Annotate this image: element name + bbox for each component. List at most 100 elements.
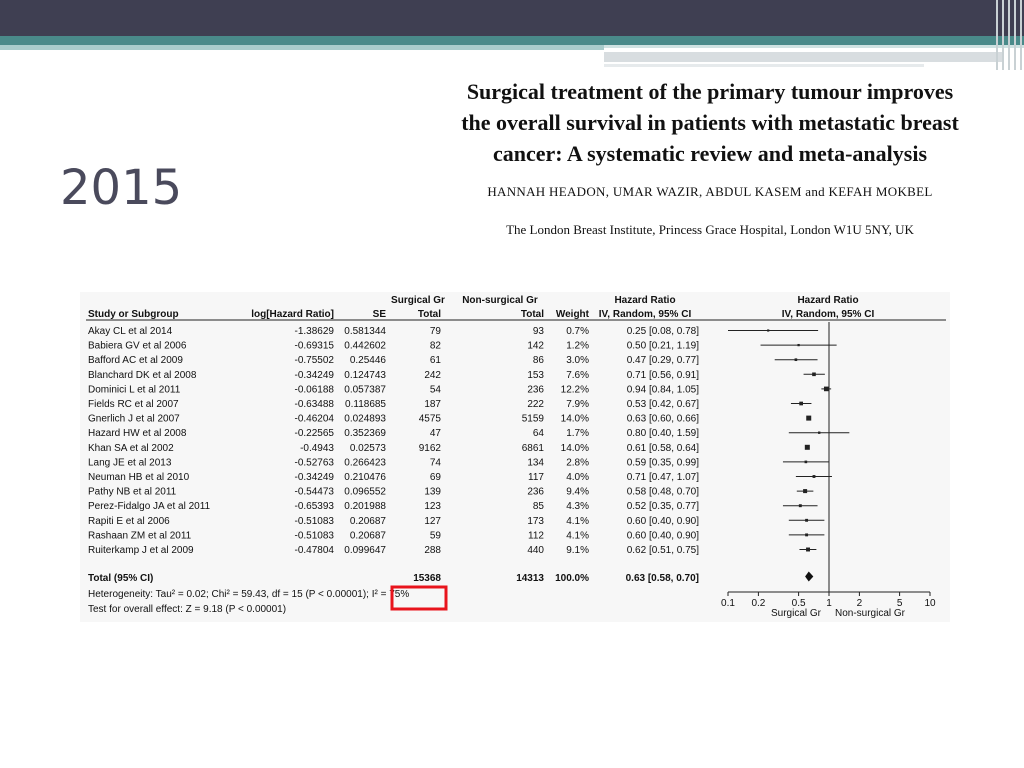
header-hazard-ratio-plot: Hazard Ratio <box>797 295 858 306</box>
total-label: Total (95% CI) <box>88 573 153 584</box>
hr-point <box>812 475 816 478</box>
cell-se: 0.099647 <box>344 545 386 556</box>
cell-ci: 0.71 [0.47, 1.07] <box>627 472 700 483</box>
col-header-weight: Weight <box>556 309 590 320</box>
x-tick-label: 10 <box>924 598 936 609</box>
cell-ci: 0.53 [0.42, 0.67] <box>627 399 700 410</box>
cell-se: 0.266423 <box>344 457 386 468</box>
cell-ci: 0.80 [0.40, 1.59] <box>627 428 700 439</box>
header-surgical-group: Surgical Gr <box>391 295 445 306</box>
axis-label-favours-surgical: Surgical Gr <box>771 608 822 619</box>
cell-weight: 9.4% <box>566 487 589 498</box>
cell-n1: 82 <box>430 341 442 352</box>
cell-n1: 79 <box>430 326 442 337</box>
cell-n1: 139 <box>424 487 441 498</box>
col-header-loghr: log[Hazard Ratio] <box>251 309 334 320</box>
cell-n2: 173 <box>527 516 544 527</box>
cell-loghr: -0.63488 <box>295 399 335 410</box>
cell-loghr: -0.34249 <box>295 370 335 381</box>
cell-n1: 47 <box>430 428 442 439</box>
axis-label-favours-nonsurgical: Non-surgical Gr <box>835 608 906 619</box>
heterogeneity-text: Heterogeneity: Tau² = 0.02; Chi² = 59.43… <box>88 589 409 600</box>
cell-n1: 74 <box>430 457 442 468</box>
cell-weight: 4.1% <box>566 516 589 527</box>
cell-n2: 85 <box>533 501 545 512</box>
cell-se: 0.057387 <box>344 384 386 395</box>
cell-n2: 236 <box>527 384 544 395</box>
x-tick-label: 1 <box>826 598 832 609</box>
cell-se: 0.352369 <box>344 428 386 439</box>
cell-weight: 9.1% <box>566 545 589 556</box>
total-weight: 100.0% <box>555 573 589 584</box>
cell-n2: 440 <box>527 545 544 556</box>
hr-point <box>805 518 809 522</box>
cell-n1: 187 <box>424 399 441 410</box>
cell-loghr: -0.06188 <box>295 384 335 395</box>
cell-loghr: -1.38629 <box>295 326 335 337</box>
cell-ci: 0.58 [0.48, 0.70] <box>627 487 700 498</box>
hr-point <box>803 489 808 494</box>
cell-loghr: -0.75502 <box>295 355 335 366</box>
hr-point <box>823 386 829 392</box>
hr-point <box>794 358 798 362</box>
cell-se: 0.201988 <box>344 501 386 512</box>
cell-loghr: -0.4943 <box>300 443 334 454</box>
x-tick-label: 0.1 <box>721 598 735 609</box>
cell-study: Khan SA et al 2002 <box>88 443 174 454</box>
cell-ci: 0.25 [0.08, 0.78] <box>627 326 700 337</box>
cell-n2: 86 <box>533 355 545 366</box>
cell-loghr: -0.65393 <box>295 501 335 512</box>
cell-weight: 1.7% <box>566 428 589 439</box>
x-tick-label: 0.2 <box>751 598 765 609</box>
cell-se: 0.442602 <box>344 341 386 352</box>
cell-loghr: -0.69315 <box>295 341 335 352</box>
cell-ci: 0.63 [0.60, 0.66] <box>627 414 700 425</box>
cell-se: 0.096552 <box>344 487 386 498</box>
cell-ci: 0.62 [0.51, 0.75] <box>627 545 700 556</box>
cell-n2: 5159 <box>522 414 545 425</box>
cell-se: 0.210476 <box>344 472 386 483</box>
cell-study: Rashaan ZM et al 2011 <box>88 530 192 541</box>
cell-n2: 142 <box>527 341 544 352</box>
col-header-se: SE <box>373 309 387 320</box>
hr-point <box>767 329 770 332</box>
header-hazard-ratio: Hazard Ratio <box>614 295 675 306</box>
cell-n2: 117 <box>528 472 544 483</box>
col-header-total-surgical: Total <box>418 309 441 320</box>
forest-panel <box>80 292 950 622</box>
col-header-study: Study or Subgroup <box>88 309 179 320</box>
cell-study: Pathy NB et al 2011 <box>88 487 177 498</box>
cell-n2: 93 <box>533 326 545 337</box>
cell-weight: 12.2% <box>561 384 589 395</box>
cell-se: 0.25446 <box>350 355 387 366</box>
hr-point <box>804 444 810 450</box>
forest-plot: Surgical Gr Non-surgical Gr Hazard Ratio… <box>80 292 950 622</box>
total-n-surgical: 15368 <box>413 573 441 584</box>
cell-weight: 2.8% <box>566 457 589 468</box>
cell-n2: 153 <box>527 370 544 381</box>
cell-n2: 134 <box>527 457 544 468</box>
cell-weight: 3.0% <box>566 355 589 366</box>
cell-ci: 0.60 [0.40, 0.90] <box>627 530 700 541</box>
cell-se: 0.02573 <box>350 443 387 454</box>
cell-loghr: -0.47804 <box>295 545 335 556</box>
hr-point <box>818 431 821 434</box>
cell-se: 0.20687 <box>350 530 387 541</box>
cell-study: Perez-Fidalgo JA et al 2011 <box>88 501 211 512</box>
cell-ci: 0.59 [0.35, 0.99] <box>627 457 700 468</box>
hr-point <box>806 547 811 552</box>
cell-loghr: -0.34249 <box>295 472 335 483</box>
hr-point <box>804 460 808 464</box>
forest-plot-background <box>80 292 950 622</box>
cell-n1: 127 <box>424 516 441 527</box>
cell-se: 0.20687 <box>350 516 387 527</box>
cell-n1: 9162 <box>419 443 442 454</box>
cell-study: Gnerlich J et al 2007 <box>88 414 180 425</box>
cell-study: Fields RC et al 2007 <box>88 399 179 410</box>
cell-study: Dominici L et al 2011 <box>88 384 181 395</box>
cell-ci: 0.94 [0.84, 1.05] <box>627 384 700 395</box>
cell-ci: 0.47 [0.29, 0.77] <box>627 355 700 366</box>
cell-study: Neuman HB et al 2010 <box>88 472 190 483</box>
total-ci: 0.63 [0.58, 0.70] <box>626 573 699 584</box>
cell-n2: 112 <box>528 530 544 541</box>
